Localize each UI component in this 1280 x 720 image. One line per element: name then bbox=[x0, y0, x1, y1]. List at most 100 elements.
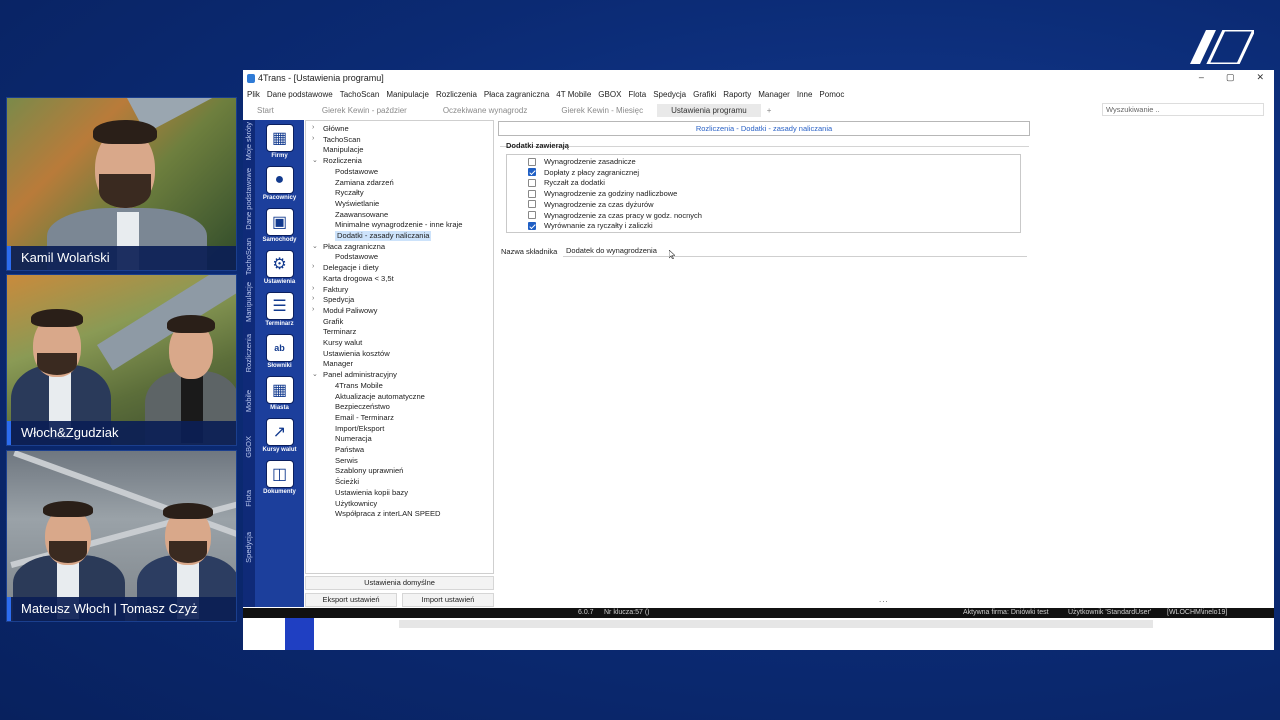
expand-right-icon[interactable]: › bbox=[312, 263, 314, 270]
vtab-tachoscan[interactable]: TachoScan bbox=[244, 238, 253, 275]
tree-item[interactable]: Rozliczenia bbox=[323, 156, 362, 166]
add-tab-icon[interactable]: + bbox=[767, 104, 772, 117]
tab-gierek-miesiecznie[interactable]: Gierek Kewin - Miesięc bbox=[541, 104, 657, 117]
vtab-dane-podstawowe[interactable]: Dane podstawowe bbox=[244, 168, 253, 230]
menu-pomoc[interactable]: Pomoc bbox=[819, 90, 844, 99]
tree-item[interactable]: Aktualizacje automatyczne bbox=[335, 392, 425, 402]
pracownicy-button[interactable]: ● Pracownicy bbox=[259, 166, 300, 201]
checkbox[interactable] bbox=[528, 221, 536, 230]
search-input[interactable]: Wyszukiwanie .. bbox=[1102, 103, 1264, 116]
tree-item[interactable]: Bezpieczeństwo bbox=[335, 402, 390, 412]
tree-item[interactable]: Email - Terminarz bbox=[335, 413, 394, 423]
miasta-button[interactable]: ▦ Miasta bbox=[259, 376, 300, 411]
menu-dane-podstawowe[interactable]: Dane podstawowe bbox=[267, 90, 333, 99]
tree-item[interactable]: Wyświetlanie bbox=[335, 199, 379, 209]
tree-item[interactable]: Dodatki - zasady naliczania bbox=[335, 231, 432, 241]
tree-item[interactable]: Kursy walut bbox=[323, 338, 362, 348]
menu-rozliczenia[interactable]: Rozliczenia bbox=[436, 90, 477, 99]
expand-right-icon[interactable]: › bbox=[312, 285, 314, 292]
default-settings-button[interactable]: Ustawienia domyślne bbox=[305, 576, 494, 590]
expand-right-icon[interactable]: › bbox=[312, 306, 314, 313]
checkbox[interactable] bbox=[528, 157, 536, 166]
tree-item[interactable]: Manipulacje bbox=[323, 145, 364, 155]
menu-flota[interactable]: Flota bbox=[628, 90, 646, 99]
tab-start[interactable]: Start bbox=[243, 104, 288, 117]
checkbox[interactable] bbox=[528, 189, 536, 198]
tree-item[interactable]: Grafik bbox=[323, 317, 343, 327]
tree-item[interactable]: Import/Eksport bbox=[335, 424, 384, 434]
export-settings-button[interactable]: Eksport ustawień bbox=[305, 593, 397, 607]
tree-item[interactable]: TachoScan bbox=[323, 135, 361, 145]
expand-down-icon[interactable]: ⌄ bbox=[312, 242, 318, 250]
maximize-button[interactable]: ▢ bbox=[1226, 72, 1235, 83]
menu-placa-zagraniczna[interactable]: Płaca zagraniczna bbox=[484, 90, 549, 99]
expand-right-icon[interactable]: › bbox=[312, 135, 314, 142]
tree-item[interactable]: Spedycja bbox=[323, 295, 354, 305]
slowniki-button[interactable]: ab Słowniki bbox=[259, 334, 300, 369]
expand-right-icon[interactable]: › bbox=[312, 295, 314, 302]
checkbox[interactable] bbox=[528, 211, 536, 219]
checkbox[interactable] bbox=[528, 168, 536, 177]
tree-item[interactable]: Delegacje i diety bbox=[323, 263, 379, 273]
vtab-mobile[interactable]: Mobile bbox=[244, 390, 253, 412]
tree-item[interactable]: Ustawienia kosztów bbox=[323, 349, 390, 359]
kursy-walut-button[interactable]: ↗ Kursy walut bbox=[259, 418, 300, 453]
terminarz-button[interactable]: ☰ Terminarz bbox=[259, 292, 300, 327]
dokumenty-button[interactable]: ◫ Dokumenty bbox=[259, 460, 300, 495]
checkbox-row[interactable]: Wynagrodzenie za czas dyżurów bbox=[528, 200, 654, 209]
tree-item[interactable]: Moduł Paliwowy bbox=[323, 306, 377, 316]
tree-item[interactable]: Numeracja bbox=[335, 434, 372, 444]
close-button[interactable]: ✕ bbox=[1256, 72, 1264, 83]
checkbox-row[interactable]: Wyrównanie za ryczałty i zaliczki bbox=[528, 221, 653, 230]
tree-item[interactable]: Ryczałty bbox=[335, 188, 364, 198]
tree-item[interactable]: Ścieżki bbox=[335, 477, 359, 487]
checkbox-row[interactable]: Wynagrodzenie zasadnicze bbox=[528, 157, 636, 166]
vtab-manipulacje[interactable]: Manipulacje bbox=[244, 282, 253, 322]
tree-item[interactable]: Państwa bbox=[335, 445, 364, 455]
tab-gierek-pazdziernik[interactable]: Gierek Kewin - paździer bbox=[288, 104, 421, 117]
tree-item[interactable]: Panel administracyjny bbox=[323, 370, 397, 380]
vtab-rozliczenia[interactable]: Rozliczenia bbox=[244, 334, 253, 372]
tab-oczekiwane-wynagrodzenie[interactable]: Oczekiwane wynagrodz bbox=[421, 104, 541, 117]
menu-plik[interactable]: Plik bbox=[247, 90, 260, 99]
expand-down-icon[interactable]: ⌄ bbox=[312, 370, 318, 378]
menu-grafiki[interactable]: Grafiki bbox=[693, 90, 716, 99]
menu-manipulacje[interactable]: Manipulacje bbox=[386, 90, 429, 99]
import-settings-button[interactable]: Import ustawień bbox=[402, 593, 494, 607]
tree-item[interactable]: Główne bbox=[323, 124, 349, 134]
tree-item[interactable]: Minimalne wynagrodzenie - inne kraje bbox=[335, 220, 462, 230]
vtab-gbox[interactable]: GBOX bbox=[244, 436, 253, 458]
vtab-spedycja[interactable]: Spedycja bbox=[244, 532, 253, 563]
menu-4t-mobile[interactable]: 4T Mobile bbox=[556, 90, 591, 99]
tree-item[interactable]: Podstawowe bbox=[335, 167, 378, 177]
checkbox[interactable] bbox=[528, 200, 536, 209]
checkbox-row[interactable]: Wynagrodzenie za godziny nadliczbowe bbox=[528, 189, 677, 198]
tree-item[interactable]: Faktury bbox=[323, 285, 348, 295]
checkbox-row[interactable]: Wynagrodzenie za czas pracy w godz. nocn… bbox=[528, 211, 702, 220]
menu-raporty[interactable]: Raporty bbox=[723, 90, 751, 99]
menu-inne[interactable]: Inne bbox=[797, 90, 813, 99]
tree-item[interactable]: Serwis bbox=[335, 456, 358, 466]
tree-item[interactable]: 4Trans Mobile bbox=[335, 381, 383, 391]
firmy-button[interactable]: ▦ Firmy bbox=[259, 124, 300, 159]
vtab-flota[interactable]: Flota bbox=[244, 490, 253, 507]
component-name-input[interactable]: Dodatek do wynagrodzenia bbox=[563, 245, 1027, 257]
vtab-moje-skroty[interactable]: Moje skróty bbox=[244, 122, 253, 160]
tree-item[interactable]: Użytkownicy bbox=[335, 499, 377, 509]
tree-item[interactable]: Zaawansowane bbox=[335, 210, 388, 220]
tree-item[interactable]: Podstawowe bbox=[335, 252, 378, 262]
tree-item[interactable]: Szablony uprawnień bbox=[335, 466, 403, 476]
minimize-button[interactable]: – bbox=[1199, 72, 1204, 83]
tree-item[interactable]: Karta drogowa < 3,5t bbox=[323, 274, 394, 284]
expand-down-icon[interactable]: ⌄ bbox=[312, 156, 318, 164]
tree-item[interactable]: Współpraca z interLAN SPEED bbox=[335, 509, 441, 519]
checkbox-row[interactable]: Ryczałt za dodatki bbox=[528, 178, 605, 187]
expand-right-icon[interactable]: › bbox=[312, 124, 314, 131]
tree-item[interactable]: Ustawienia kopii bazy bbox=[335, 488, 408, 498]
tab-ustawienia-programu[interactable]: Ustawienia programu bbox=[657, 104, 761, 117]
menu-tachoscan[interactable]: TachoScan bbox=[340, 90, 380, 99]
checkbox[interactable] bbox=[528, 178, 536, 187]
samochody-button[interactable]: ▣ Samochody bbox=[259, 208, 300, 243]
tree-item[interactable]: Terminarz bbox=[323, 327, 356, 337]
tree-item[interactable]: Płaca zagraniczna bbox=[323, 242, 385, 252]
